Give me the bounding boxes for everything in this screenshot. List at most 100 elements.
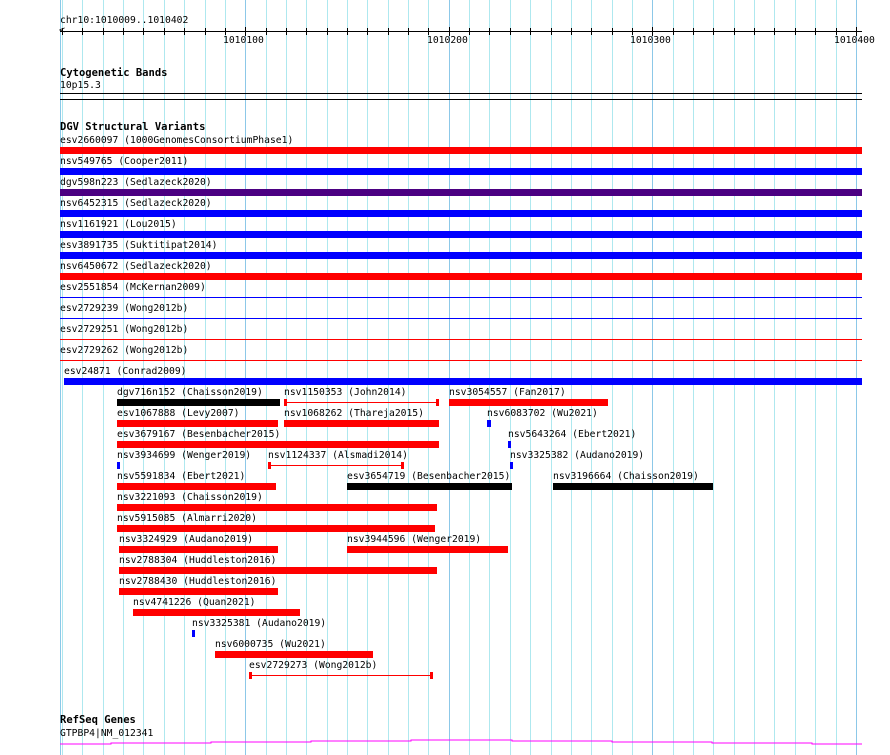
variant-label[interactable]: nsv1124337 (Alsmadi2014) — [268, 450, 408, 461]
variant-bar[interactable] — [347, 483, 512, 490]
variant-label[interactable]: nsv4741226 (Quan2021) — [133, 597, 255, 608]
variant-label[interactable]: nsv3944596 (Wenger2019) — [347, 534, 481, 545]
variant-bar[interactable] — [133, 609, 300, 616]
variant-bar[interactable] — [284, 420, 439, 427]
variant-line[interactable] — [60, 339, 862, 340]
variant-label[interactable]: nsv6450672 (Sedlazeck2020) — [60, 261, 212, 272]
gene-line — [60, 739, 862, 745]
variant-label[interactable]: esv3891735 (Suktitipat2014) — [60, 240, 217, 251]
variant-label[interactable]: dgv598n223 (Sedlazeck2020) — [60, 177, 212, 188]
variant-line[interactable] — [284, 402, 439, 403]
variant-label[interactable]: nsv2788430 (Huddleston2016) — [119, 576, 276, 587]
variant-bar[interactable] — [60, 252, 862, 259]
refseq-track-title[interactable]: RefSeq Genes — [60, 714, 136, 726]
variant-bar[interactable] — [119, 546, 278, 553]
variant-label[interactable]: nsv3934699 (Wenger2019) — [117, 450, 251, 461]
position-label: chr10:1010009..1010402 — [60, 15, 189, 26]
variant-label[interactable]: nsv3196664 (Chaisson2019) — [553, 471, 699, 482]
variant-bar[interactable] — [117, 399, 280, 406]
variant-label[interactable]: nsv6083702 (Wu2021) — [487, 408, 598, 419]
variant-bar[interactable] — [192, 630, 195, 637]
variant-label[interactable]: nsv549765 (Cooper2011) — [60, 156, 188, 167]
variant-label[interactable]: nsv1161921 (Lou2015) — [60, 219, 177, 230]
ruler-tick-label: 1010300 — [630, 35, 671, 46]
ruler-tick — [734, 28, 735, 35]
variant-bar[interactable] — [449, 399, 608, 406]
variant-label[interactable]: nsv3054557 (Fan2017) — [449, 387, 566, 398]
ruler-tick — [693, 28, 694, 35]
ruler-tick — [164, 28, 165, 35]
variant-bar[interactable] — [215, 651, 373, 658]
variant-bar[interactable] — [510, 462, 513, 469]
variant-bar[interactable] — [508, 441, 511, 448]
variant-bar[interactable] — [119, 588, 278, 595]
variant-label[interactable]: esv2660097 (1000GenomesConsortiumPhase1) — [60, 135, 293, 146]
variant-label[interactable]: esv3679167 (Besenbacher2015) — [117, 429, 280, 440]
ruler-tick — [266, 28, 267, 35]
variant-label[interactable]: nsv6000735 (Wu2021) — [215, 639, 326, 650]
ruler-tick — [795, 28, 796, 35]
variant-label[interactable]: esv2551854 (McKernan2009) — [60, 282, 206, 293]
variant-bar[interactable] — [64, 378, 862, 385]
ruler-tick — [510, 28, 511, 35]
variant-line[interactable] — [268, 465, 404, 466]
variant-label[interactable]: nsv2788304 (Huddleston2016) — [119, 555, 276, 566]
ruler-tick — [82, 28, 83, 35]
variant-bar[interactable] — [117, 462, 120, 469]
variant-bar[interactable] — [487, 420, 491, 427]
variant-label[interactable]: nsv5915085 (Almarri2020) — [117, 513, 257, 524]
variant-bar[interactable] — [60, 210, 862, 217]
variant-label[interactable]: dgv716n152 (Chaisson2019) — [117, 387, 263, 398]
cytoband-label[interactable]: 10p15.3 — [60, 80, 101, 91]
variant-bar[interactable] — [60, 189, 862, 196]
variant-line[interactable] — [60, 297, 862, 298]
dgv-track-title[interactable]: DGV Structural Variants — [60, 121, 205, 133]
variant-label[interactable]: nsv3325381 (Audano2019) — [192, 618, 326, 629]
variant-bar[interactable] — [117, 483, 276, 490]
ruler-axis — [60, 31, 862, 32]
ruler-tick — [347, 28, 348, 35]
ruler-tick — [408, 28, 409, 35]
variant-end-cap — [430, 672, 433, 679]
variant-start-cap — [268, 462, 271, 469]
ruler-tick — [103, 28, 104, 35]
variant-label[interactable]: esv1067888 (Levy2007) — [117, 408, 239, 419]
variant-bar[interactable] — [119, 567, 437, 574]
ruler-tick — [367, 28, 368, 35]
variant-bar[interactable] — [347, 546, 508, 553]
variant-label[interactable]: nsv5643264 (Ebert2021) — [508, 429, 636, 440]
variant-bar[interactable] — [60, 147, 862, 154]
variant-bar[interactable] — [117, 441, 439, 448]
variant-bar[interactable] — [117, 504, 437, 511]
variant-label[interactable]: nsv1068262 (Thareja2015) — [284, 408, 424, 419]
ruler-tick — [469, 28, 470, 35]
variant-line[interactable] — [60, 318, 862, 319]
variant-line[interactable] — [60, 360, 862, 361]
gene-model[interactable] — [0, 735, 890, 750]
variant-label[interactable]: esv2729251 (Wong2012b) — [60, 324, 188, 335]
variant-bar[interactable] — [553, 483, 713, 490]
cytoband-track-title[interactable]: Cytogenetic Bands — [60, 67, 167, 79]
variant-bar[interactable] — [117, 420, 278, 427]
variant-label[interactable]: nsv5591834 (Ebert2021) — [117, 471, 245, 482]
variant-label[interactable]: esv2729239 (Wong2012b) — [60, 303, 188, 314]
ruler-tick — [673, 28, 674, 35]
variant-label[interactable]: nsv3324929 (Audano2019) — [119, 534, 253, 545]
variant-bar[interactable] — [60, 273, 862, 280]
variant-label[interactable]: nsv3221093 (Chaisson2019) — [117, 492, 263, 503]
ruler-tick — [62, 28, 63, 35]
variant-line[interactable] — [249, 675, 433, 676]
ruler-tick-label: 1010100 — [223, 35, 264, 46]
variant-label[interactable]: esv3654719 (Besenbacher2015) — [347, 471, 510, 482]
variant-bar[interactable] — [117, 525, 435, 532]
variant-label[interactable]: nsv6452315 (Sedlazeck2020) — [60, 198, 212, 209]
variant-label[interactable]: nsv1150353 (John2014) — [284, 387, 406, 398]
variant-bar[interactable] — [60, 231, 862, 238]
variant-bar[interactable] — [60, 168, 862, 175]
variant-label[interactable]: nsv3325382 (Audano2019) — [510, 450, 644, 461]
variant-label[interactable]: esv24871 (Conrad2009) — [64, 366, 186, 377]
variant-label[interactable]: esv2729273 (Wong2012b) — [249, 660, 377, 671]
ruler-tick — [205, 28, 206, 35]
variant-label[interactable]: esv2729262 (Wong2012b) — [60, 345, 188, 356]
ruler-tick — [571, 28, 572, 35]
